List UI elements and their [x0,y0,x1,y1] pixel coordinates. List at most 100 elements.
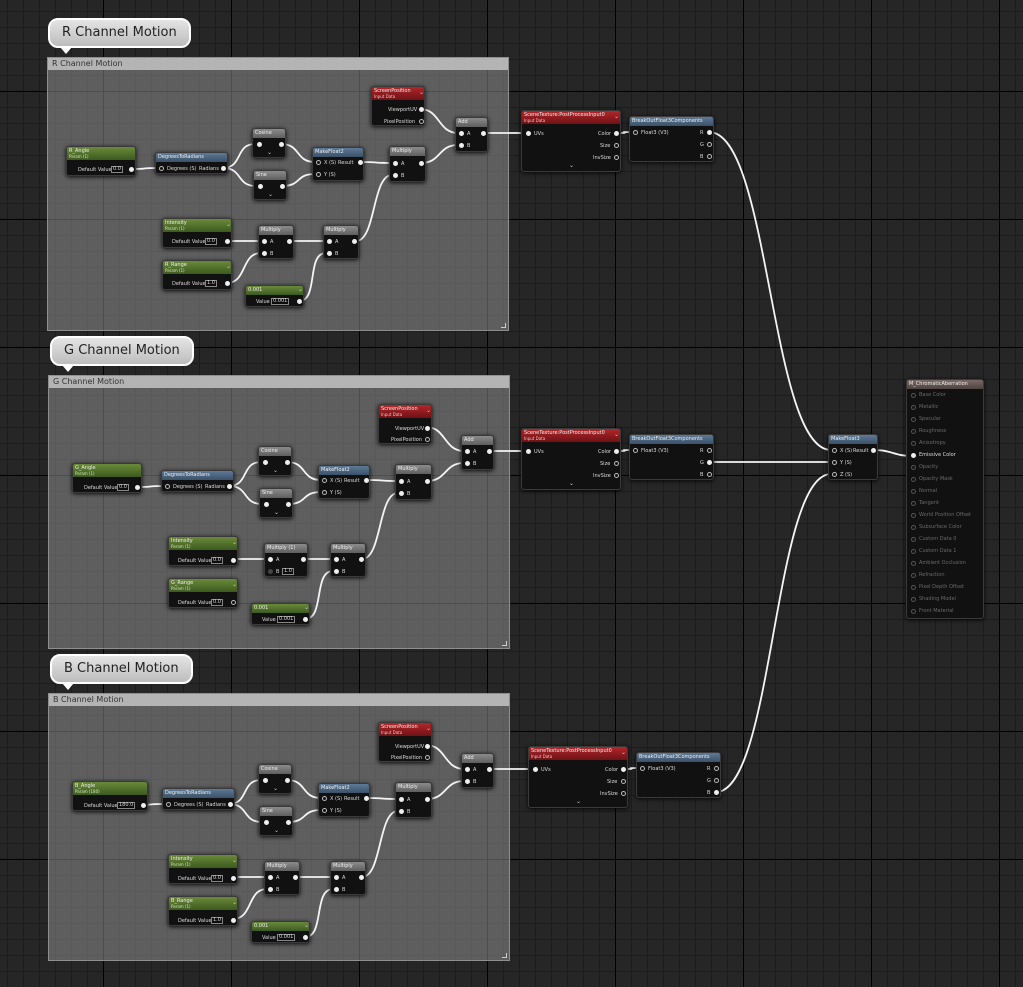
node-r-multiply-a[interactable]: Multiply A B [258,225,294,259]
output-pin[interactable] [287,239,292,244]
dropdown-arrow[interactable]: ⌄ [226,264,231,270]
output-pin[interactable] [419,107,424,112]
expand-chevron[interactable]: ⌄ [268,192,273,198]
node-g-constant[interactable]: 0.001 ⌄ Value 0.001 [251,603,310,625]
node-r-cosine[interactable]: Cosine ⌄ [252,128,286,158]
output-pin[interactable] [225,281,230,286]
expand-chevron[interactable]: ⌄ [273,786,278,792]
node-b-sine[interactable]: Sine ⌄ [259,806,293,836]
default-value-input[interactable]: 0.0 [211,875,223,882]
output-pin-color[interactable] [614,449,619,454]
input-pin-a[interactable] [334,557,339,562]
input-pin-a[interactable] [465,449,470,454]
input-pin-b[interactable] [334,887,339,892]
output-pin-g[interactable] [714,778,719,783]
node-b-add[interactable]: Add A B [461,753,494,788]
node-g-multiply-main[interactable]: Multiply A B [395,464,432,500]
material-pin-roughness[interactable] [911,429,916,434]
node-b-intensity[interactable]: Intensity Param (1) ⌄ Default Value 0.0 [168,854,238,884]
output-pin[interactable] [481,131,486,136]
expand-chevron[interactable]: ⌄ [274,510,279,516]
node-g-break-float3[interactable]: BreakOutFloat3Components Float3 (V3) R G… [629,434,714,480]
expand-chevron[interactable]: ⌄ [569,163,574,169]
dropdown-arrow[interactable]: ⌄ [232,858,237,864]
input-pin-a[interactable] [334,875,339,880]
output-pin[interactable] [364,478,369,483]
input-pin-x[interactable] [322,478,327,483]
material-pin-tangent[interactable] [911,501,916,506]
output-pin[interactable] [303,935,308,940]
material-pin-ambient-occlusion[interactable] [911,561,916,566]
output-pin[interactable] [135,485,140,490]
input-pin-uvs[interactable] [526,449,531,454]
node-b-multiply-a[interactable]: Multiply A B [264,861,300,895]
input-pin[interactable] [640,766,645,771]
output-pin[interactable] [425,744,430,749]
node-b-break-float3[interactable]: BreakOutFloat3Components Float3 (V3) R G… [636,752,721,798]
resize-handle[interactable] [501,323,506,328]
input-pin-a[interactable] [459,131,464,136]
output-pin[interactable] [425,797,430,802]
input-pin[interactable] [263,460,268,465]
b-value-input[interactable]: 1.0 [282,568,294,575]
value-input[interactable]: 0.001 [277,616,296,623]
material-pin-base-color[interactable] [911,393,916,398]
output-pin-color[interactable] [621,767,626,772]
node-g-sine[interactable]: Sine ⌄ [259,488,293,518]
node-r-constant[interactable]: 0.001 ⌄ Value 0.001 [245,285,304,307]
node-r-degrees-to-radians[interactable]: DegreesToRadians Degrees (S) Radians [155,152,228,174]
output-pin[interactable] [425,479,430,484]
input-pin-y[interactable] [322,808,327,813]
resize-handle[interactable] [502,953,507,958]
output-pin[interactable] [419,161,424,166]
input-pin-x[interactable] [316,160,321,165]
output-pin[interactable] [359,557,364,562]
material-pin-normal[interactable] [911,489,916,494]
input-pin-x[interactable] [832,448,837,453]
output-pin-color[interactable] [614,131,619,136]
dropdown-arrow[interactable]: ⌄ [614,432,619,438]
output-pin-size[interactable] [614,461,619,466]
node-r-angle[interactable]: R_Angle Param (1) Default Value 0.0 [66,146,136,176]
default-value-input[interactable]: 0.0 [211,557,223,564]
node-g-makefloat2[interactable]: MakeFloat2 X (S) Result Y (S) [318,465,370,499]
node-g-multiply-a[interactable]: Multiply (1) A B 1.0 [264,543,308,577]
input-pin-a[interactable] [262,239,267,244]
input-pin[interactable] [264,502,269,507]
output-pin-g[interactable] [707,142,712,147]
node-r-screenposition[interactable]: ScreenPosition Input Data ⌄ ViewportUV Pi… [371,86,425,126]
input-pin-a[interactable] [327,239,332,244]
comment-bubble-b[interactable]: B Channel Motion [50,654,193,690]
output-pin[interactable] [280,184,285,189]
dropdown-arrow[interactable]: ⌄ [232,540,237,546]
input-pin-b[interactable] [262,251,267,256]
output-pin[interactable] [227,484,232,489]
material-pin-subsurface-color[interactable] [911,525,916,530]
output-pin[interactable] [228,802,233,807]
node-g-screenposition[interactable]: ScreenPosition Input Data ⌄ ViewportUV Pi… [378,404,432,444]
output-pin-invsize[interactable] [614,155,619,160]
input-pin[interactable] [633,448,638,453]
output-pin-size[interactable] [614,143,619,148]
input-pin[interactable] [166,802,171,807]
output-pin[interactable] [231,918,236,923]
input-pin[interactable] [257,142,262,147]
node-r-multiply-b[interactable]: Multiply A B [323,225,359,259]
output-pin[interactable] [225,239,230,244]
expand-chevron[interactable]: ⌄ [267,150,272,156]
input-pin-a[interactable] [268,875,273,880]
output-pin-r[interactable] [707,448,712,453]
output-pin[interactable] [297,299,302,304]
input-pin[interactable] [165,484,170,489]
input-pin-b[interactable] [465,461,470,466]
material-pin-custom-data-0[interactable] [911,537,916,542]
node-b-makefloat2[interactable]: MakeFloat2 X (S) Result Y (S) [318,783,370,817]
input-pin-uvs[interactable] [533,767,538,772]
dropdown-arrow[interactable]: ⌄ [621,750,626,756]
dropdown-arrow[interactable]: ⌄ [298,287,303,293]
input-pin[interactable] [633,130,638,135]
node-b-screenposition[interactable]: ScreenPosition Input Data ⌄ ViewportUV Pi… [378,722,432,762]
expand-chevron[interactable]: ⌄ [576,799,581,805]
output-pin-r[interactable] [714,766,719,771]
node-g-angle[interactable]: G_Angle Param (1) Default Value 0.0 [72,463,142,493]
